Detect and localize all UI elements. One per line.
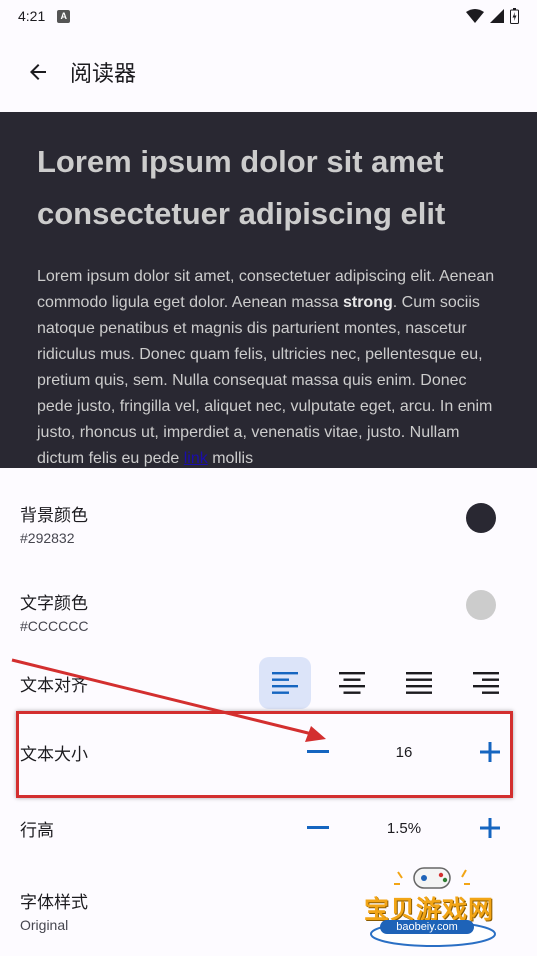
annotation-highlight-box bbox=[16, 711, 513, 798]
minus-icon bbox=[307, 826, 329, 829]
align-center-icon bbox=[339, 672, 365, 694]
signal-icon bbox=[490, 9, 504, 23]
wifi-icon bbox=[466, 9, 484, 23]
preview-heading: Lorem ipsum dolor sit amet consectetuer … bbox=[37, 144, 446, 231]
notification-icon: A bbox=[57, 9, 71, 23]
align-justify-icon bbox=[406, 672, 432, 694]
align-right-button[interactable] bbox=[460, 657, 512, 709]
align-left-icon bbox=[272, 672, 298, 694]
setting-text-align: 文本对齐 bbox=[0, 656, 537, 710]
font-style-value: Original bbox=[20, 916, 69, 933]
align-center-button[interactable] bbox=[326, 657, 378, 709]
setting-background-color[interactable]: 背景颜色 #292832 bbox=[0, 488, 537, 558]
text-align-label: 文本对齐 bbox=[20, 675, 88, 696]
app-bar: 阅读器 bbox=[0, 32, 537, 112]
battery-icon bbox=[510, 8, 519, 24]
preview-body: Lorem ipsum dolor sit amet, consectetuer… bbox=[37, 268, 495, 467]
text-align-group bbox=[259, 657, 512, 709]
line-height-value: 1.5% bbox=[386, 819, 422, 837]
preview-strong-text: strong bbox=[342, 294, 393, 311]
background-color-value: #292832 bbox=[20, 529, 75, 546]
status-time: 4:21 bbox=[18, 8, 46, 24]
setting-line-height: 行高 1.5% bbox=[0, 808, 537, 848]
line-height-label: 行高 bbox=[20, 820, 54, 841]
line-height-decrease-button[interactable] bbox=[298, 808, 338, 848]
align-left-button[interactable] bbox=[259, 657, 311, 709]
line-height-increase-button[interactable] bbox=[470, 808, 510, 848]
text-color-value: #CCCCCC bbox=[20, 617, 89, 634]
reader-preview[interactable]: Lorem ipsum dolor sit amet consectetuer … bbox=[0, 112, 537, 468]
watermark-url: baobeiy.com bbox=[380, 920, 474, 934]
text-color-swatch[interactable] bbox=[466, 590, 496, 620]
font-style-label: 字体样式 bbox=[20, 892, 88, 913]
text-color-label: 文字颜色 bbox=[20, 593, 88, 614]
plus-icon bbox=[480, 818, 500, 838]
back-button[interactable] bbox=[14, 48, 62, 96]
watermark: 宝贝游戏网 baobeiy.com bbox=[358, 862, 508, 952]
background-color-swatch[interactable] bbox=[466, 503, 496, 533]
status-icons bbox=[466, 8, 519, 24]
preview-link[interactable]: link bbox=[184, 450, 208, 467]
page-title: 阅读器 bbox=[70, 62, 137, 87]
setting-text-color[interactable]: 文字颜色 #CCCCCC bbox=[0, 576, 537, 646]
arrow-back-icon bbox=[30, 64, 46, 80]
align-right-icon bbox=[473, 672, 499, 694]
align-justify-button[interactable] bbox=[393, 657, 445, 709]
background-color-label: 背景颜色 bbox=[20, 505, 88, 526]
status-bar: 4:21 A bbox=[0, 0, 537, 32]
